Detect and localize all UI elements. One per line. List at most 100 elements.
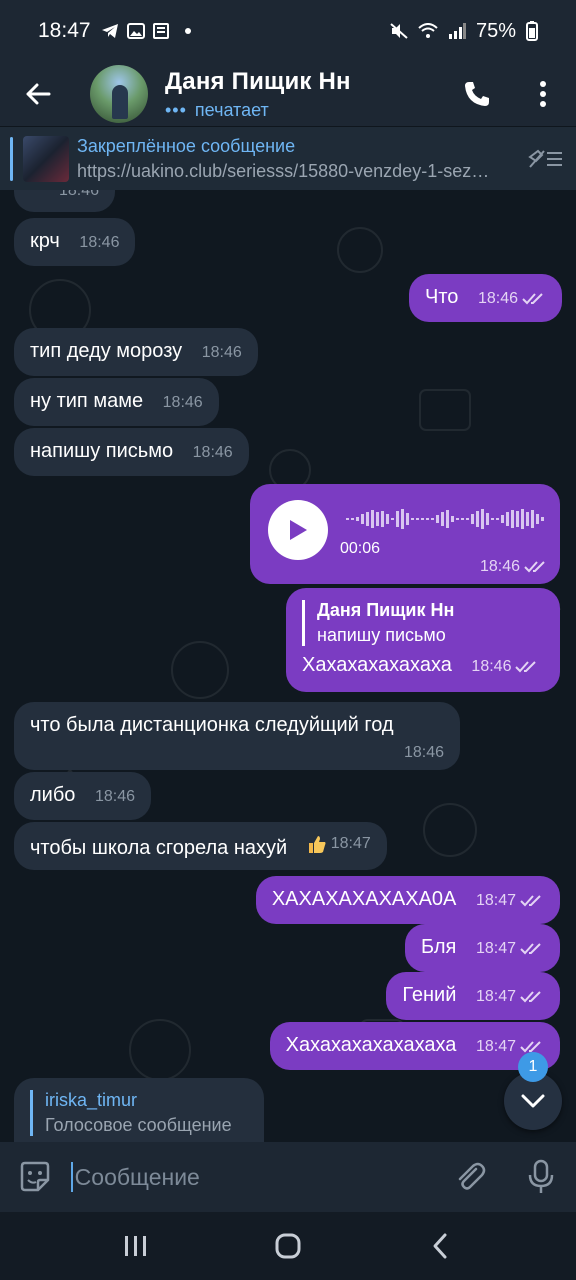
avatar[interactable] [90, 65, 148, 123]
status-time: 18:47 [38, 19, 91, 42]
attach-icon [458, 1162, 486, 1190]
typing-dots-icon: ••• [165, 99, 187, 120]
back-button[interactable] [0, 62, 76, 126]
voice-duration: 00:06 [340, 540, 381, 557]
message-incoming[interactable]: тип деду морозу 18:46 [14, 328, 258, 376]
wifi-icon [418, 23, 438, 38]
message-incoming[interactable]: напишу письмо 18:46 [14, 428, 249, 476]
system-nav-bar [0, 1212, 576, 1280]
system-indicators: 75% [390, 20, 538, 43]
contact-name: Даня Пищик Нн [165, 67, 351, 95]
message-text: напишу письмо [30, 440, 174, 462]
message-text: ^ [30, 190, 39, 200]
home-button[interactable] [248, 1216, 328, 1276]
pinned-message-bar[interactable]: Закреплённое сообщение https://uakino.cl… [0, 126, 576, 190]
message-text: либо [30, 784, 76, 806]
reply-snippet: напишу письмо [317, 625, 446, 645]
recent-apps-button[interactable] [96, 1216, 176, 1276]
message-incoming[interactable]: что была дистанционка следуйщий год 18:4… [14, 702, 460, 770]
message-text: тип деду морозу [30, 340, 183, 362]
unpin-icon [528, 149, 562, 168]
nav-back-icon [433, 1233, 447, 1259]
emoji-sticker-button[interactable] [0, 1142, 71, 1212]
message-outgoing[interactable]: Гений 18:47 [386, 972, 560, 1020]
home-icon [275, 1233, 301, 1259]
double-check-icon [524, 561, 545, 573]
message-text: Гений [402, 984, 457, 1006]
pinned-indicator [10, 136, 13, 181]
message-text: крч [30, 230, 60, 252]
unpin-button[interactable] [516, 127, 576, 191]
double-check-icon [520, 943, 541, 955]
message-text: Что [425, 286, 459, 308]
battery-icon [526, 21, 538, 41]
message-time: 18:46 [403, 744, 444, 761]
double-check-icon [520, 991, 541, 1003]
reply-author: Даня Пищик Нн [317, 600, 455, 620]
message-incoming[interactable]: ^ 18:46 [14, 190, 115, 212]
chat-title-area[interactable]: Даня Пищик Нн ••• печатает [165, 68, 351, 121]
message-input[interactable] [74, 1163, 435, 1191]
gallery-notification-icon [126, 23, 145, 39]
message-list[interactable]: ^ 18:46 крч 18:46 Что 18:46 тип деду мор… [0, 190, 576, 1142]
reply-author: iriska_timur [45, 1090, 138, 1110]
message-time: 18:47 [475, 988, 516, 1005]
notification-icons [101, 23, 197, 39]
reply-quote[interactable]: iriska_timur Голосовое сообщение [30, 1090, 248, 1136]
message-time: 18:47 [475, 1038, 516, 1055]
pinned-title: Закреплённое сообщение [77, 135, 296, 156]
message-incoming[interactable]: крч 18:46 [14, 218, 136, 266]
message-outgoing[interactable]: Бля 18:47 [404, 924, 560, 972]
message-outgoing[interactable]: Что 18:46 [409, 274, 562, 322]
message-time: 18:47 [475, 892, 516, 909]
signal-icon [448, 23, 466, 39]
play-icon [290, 520, 307, 540]
voice-record-button[interactable] [505, 1142, 576, 1212]
message-outgoing[interactable]: Хахахахахахахаха 18:47 [269, 1022, 560, 1070]
message-composer [0, 1142, 576, 1212]
thumbs-up-emoji [308, 836, 326, 853]
double-check-icon [515, 661, 537, 673]
dot-icon [184, 28, 191, 34]
message-outgoing[interactable]: ХАХАХАХАХАХА0А 18:47 [255, 876, 560, 924]
message-time: 18:46 [162, 394, 203, 411]
message-text: ну тип маме [30, 390, 144, 412]
call-button[interactable] [444, 62, 510, 126]
message-incoming[interactable]: либо 18:46 [14, 772, 152, 820]
text-caret [70, 1162, 73, 1192]
message-time: 18:47 [475, 940, 516, 957]
news-notification-icon [152, 23, 169, 39]
voice-waveform[interactable] [346, 508, 546, 530]
message-text: Хахахахахахаха [302, 654, 452, 676]
message-time: 18:46 [477, 290, 518, 307]
chevron-down-icon [521, 1094, 545, 1108]
telegram-notification-icon [101, 24, 118, 38]
unread-count-badge: 1 [518, 1052, 548, 1082]
voice-message[interactable]: 00:06 18:46 [250, 484, 560, 584]
double-check-icon [520, 895, 541, 907]
message-input-area[interactable] [70, 1142, 435, 1212]
sticker-icon [21, 1161, 50, 1192]
battery-percent: 75% [475, 19, 516, 42]
message-outgoing-reply[interactable]: Даня Пищик Нн напишу письмо Хахахахахаха… [286, 588, 560, 692]
message-incoming[interactable]: ну тип маме 18:46 [14, 378, 219, 426]
back-arrow-icon [26, 83, 51, 105]
message-text: чтобы школа сгорела нахуй [30, 837, 288, 859]
message-incoming[interactable]: чтобы школа сгорела нахуй 18:47 [14, 822, 387, 870]
play-button[interactable] [268, 500, 328, 560]
system-back-button[interactable] [400, 1216, 480, 1276]
message-text: ХАХАХАХАХАХА0А [271, 888, 457, 910]
reply-quote[interactable]: Даня Пищик Нн напишу письмо [302, 600, 544, 646]
reply-snippet: Голосовое сообщение [45, 1115, 232, 1135]
more-menu-button[interactable] [510, 62, 576, 126]
chat-header: Даня Пищик Нн ••• печатает [0, 62, 576, 126]
message-text: что была дистанционка следуйщий год [30, 714, 394, 736]
message-text: Хахахахахахахаха [285, 1034, 457, 1056]
pinned-thumbnail [23, 135, 69, 182]
message-time: 18:46 [479, 558, 520, 575]
attach-button[interactable] [435, 1142, 506, 1212]
message-time: 18:46 [58, 190, 99, 199]
message-time: 18:46 [79, 234, 120, 251]
message-incoming-reply[interactable]: iriska_timur Голосовое сообщение [14, 1078, 264, 1142]
mic-icon [528, 1159, 553, 1193]
